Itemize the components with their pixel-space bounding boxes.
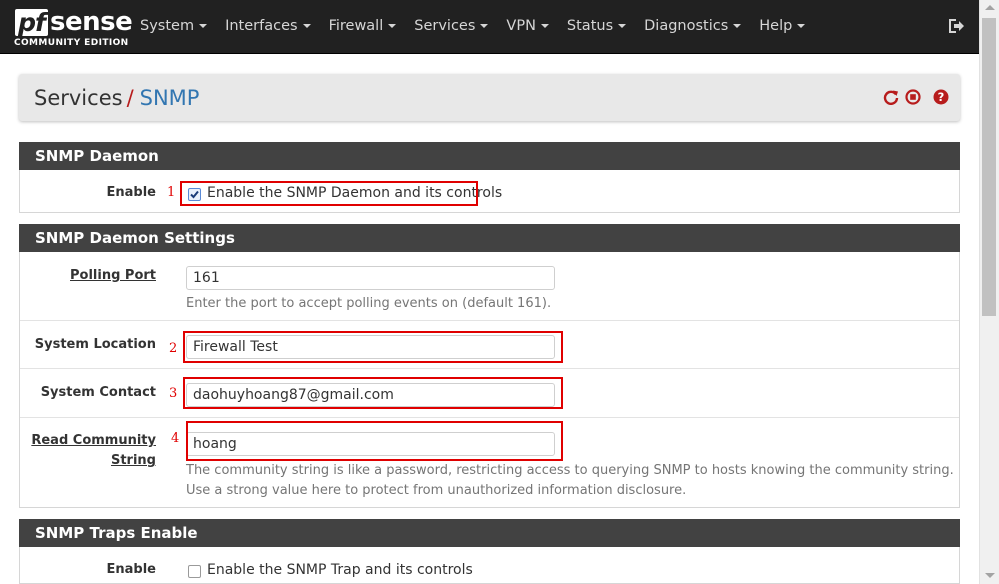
enable-label: Enable xyxy=(106,185,157,200)
scroll-up-arrow-icon[interactable] xyxy=(985,5,995,10)
caret-down-icon xyxy=(302,24,311,28)
menu-services[interactable]: Services xyxy=(414,0,489,54)
menu-label: System xyxy=(140,18,195,34)
snmp-daemon-panel-title: SNMP Daemon xyxy=(19,142,960,170)
menu-label: Services xyxy=(414,18,476,34)
caret-down-icon xyxy=(199,24,208,28)
annotation-marker: 4 xyxy=(171,431,180,446)
read-community-help: The community string is like a password,… xyxy=(186,463,954,498)
annotation-marker: 2 xyxy=(169,341,178,356)
annotation-highlight xyxy=(180,181,478,206)
svg-text:?: ? xyxy=(938,90,945,104)
traps-panel: Enable Enable the SNMP Trap and its cont… xyxy=(19,547,960,584)
annotation-marker: 1 xyxy=(167,185,176,200)
enable-row: Enable 1 Enable the SNMP Daemon and its … xyxy=(20,170,959,213)
menu-label: Firewall xyxy=(328,18,384,34)
caret-down-icon xyxy=(388,24,397,28)
menu-system[interactable]: System xyxy=(140,0,208,54)
read-community-label-cont: String xyxy=(110,453,156,468)
logo-sense: sense xyxy=(50,7,133,37)
menu-vpn[interactable]: VPN xyxy=(506,0,549,54)
caret-down-icon xyxy=(480,24,489,28)
annotation-marker: 3 xyxy=(169,386,178,401)
traps-enable-label: Enable xyxy=(106,562,157,577)
top-navbar: pf sense COMMUNITY EDITION System Interf… xyxy=(0,0,979,54)
caret-down-icon xyxy=(797,24,806,28)
enable-traps-checkbox[interactable] xyxy=(188,565,201,578)
menu-label: Diagnostics xyxy=(644,18,729,34)
main-menu: System Interfaces Firewall Services VPN … xyxy=(140,0,823,54)
menu-label: Help xyxy=(759,18,793,34)
scroll-down-arrow-icon[interactable] xyxy=(985,573,995,578)
menu-help[interactable]: Help xyxy=(759,0,806,54)
snmp-daemon-panel: Enable 1 Enable the SNMP Daemon and its … xyxy=(19,170,960,213)
breadcrumb: Services / SNMP xyxy=(34,86,199,110)
menu-interfaces[interactable]: Interfaces xyxy=(225,0,311,54)
pfsense-logo[interactable]: pf sense COMMUNITY EDITION xyxy=(14,8,133,49)
caret-down-icon xyxy=(618,24,627,28)
menu-firewall[interactable]: Firewall xyxy=(329,0,397,54)
menu-status[interactable]: Status xyxy=(566,0,627,54)
logo-edition: COMMUNITY EDITION xyxy=(14,38,129,48)
polling-port-input[interactable]: 161 xyxy=(186,266,555,290)
traps-enable-row: Enable Enable the SNMP Trap and its cont… xyxy=(20,547,959,584)
daemon-settings-panel-title: SNMP Daemon Settings xyxy=(19,224,960,252)
polling-port-label: Polling Port xyxy=(70,268,156,283)
polling-port-row: Polling Port 161 Enter the port to accep… xyxy=(20,252,959,321)
annotation-highlight xyxy=(183,331,563,363)
annotation-highlight xyxy=(186,421,563,461)
logo-pf: pf xyxy=(15,9,48,36)
menu-label: Interfaces xyxy=(225,18,298,34)
system-contact-label: System Contact xyxy=(40,385,156,400)
breadcrumb-services[interactable]: Services xyxy=(34,86,123,110)
service-controls: ? xyxy=(883,89,951,105)
vertical-scrollbar[interactable] xyxy=(979,0,999,584)
caret-down-icon xyxy=(733,24,742,28)
stop-icon[interactable] xyxy=(905,89,921,105)
menu-label: VPN xyxy=(506,18,536,34)
help-icon[interactable]: ? xyxy=(933,89,949,105)
polling-port-help: Enter the port to accept polling events … xyxy=(186,296,552,311)
caret-down-icon xyxy=(540,24,549,28)
logout-icon[interactable] xyxy=(947,17,965,35)
system-location-label: System Location xyxy=(34,337,156,352)
restart-icon[interactable] xyxy=(883,89,899,105)
menu-diagnostics[interactable]: Diagnostics xyxy=(644,0,742,54)
enable-traps-text[interactable]: Enable the SNMP Trap and its controls xyxy=(207,562,473,578)
traps-panel-title: SNMP Traps Enable xyxy=(19,519,960,547)
annotation-highlight xyxy=(183,377,563,409)
read-community-label: Read Community xyxy=(31,433,156,448)
scrollbar-thumb[interactable] xyxy=(982,18,996,316)
menu-label: Status xyxy=(566,18,614,34)
breadcrumb-snmp[interactable]: SNMP xyxy=(140,86,200,110)
breadcrumb-bar: Services / SNMP ? xyxy=(19,74,960,121)
breadcrumb-separator: / xyxy=(126,86,134,110)
